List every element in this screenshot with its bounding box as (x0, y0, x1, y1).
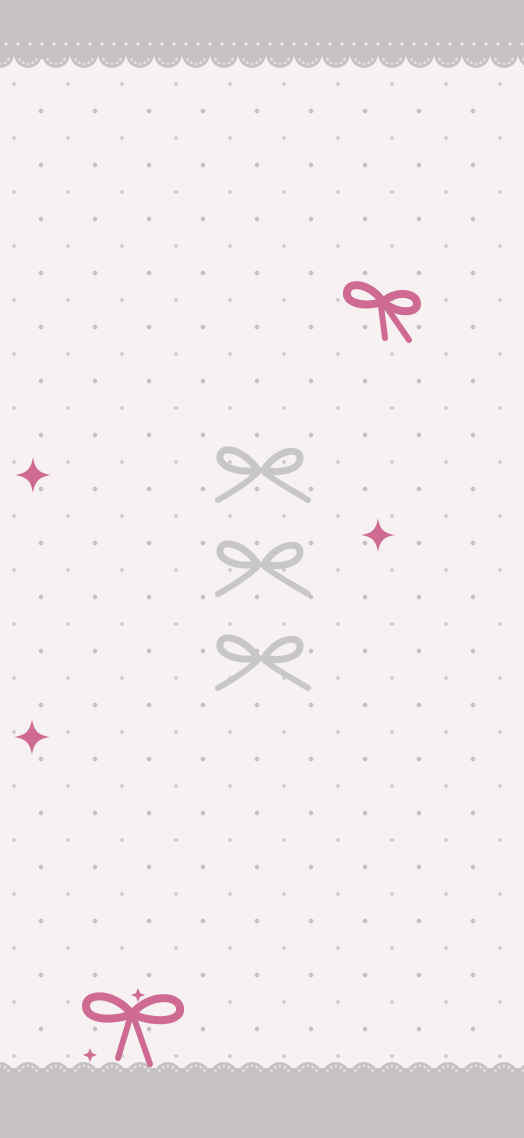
gray-bow-icon-1 (215, 446, 311, 503)
top-stitch-dots-icon (4, 42, 524, 46)
bottom-lace-border-icon (0, 1062, 524, 1080)
pink-sparkle-left-lower-icon (14, 719, 50, 755)
gray-bow-icon-3 (215, 634, 311, 691)
pink-sparkle-left-upper-icon (15, 457, 51, 493)
pink-bow-top-right-icon (343, 281, 421, 343)
pink-sparkle-right-icon (360, 517, 396, 553)
gray-bow-icon-2 (215, 540, 311, 597)
top-lace-border-icon (0, 50, 524, 68)
lace-bow-wallpaper (0, 0, 524, 1138)
